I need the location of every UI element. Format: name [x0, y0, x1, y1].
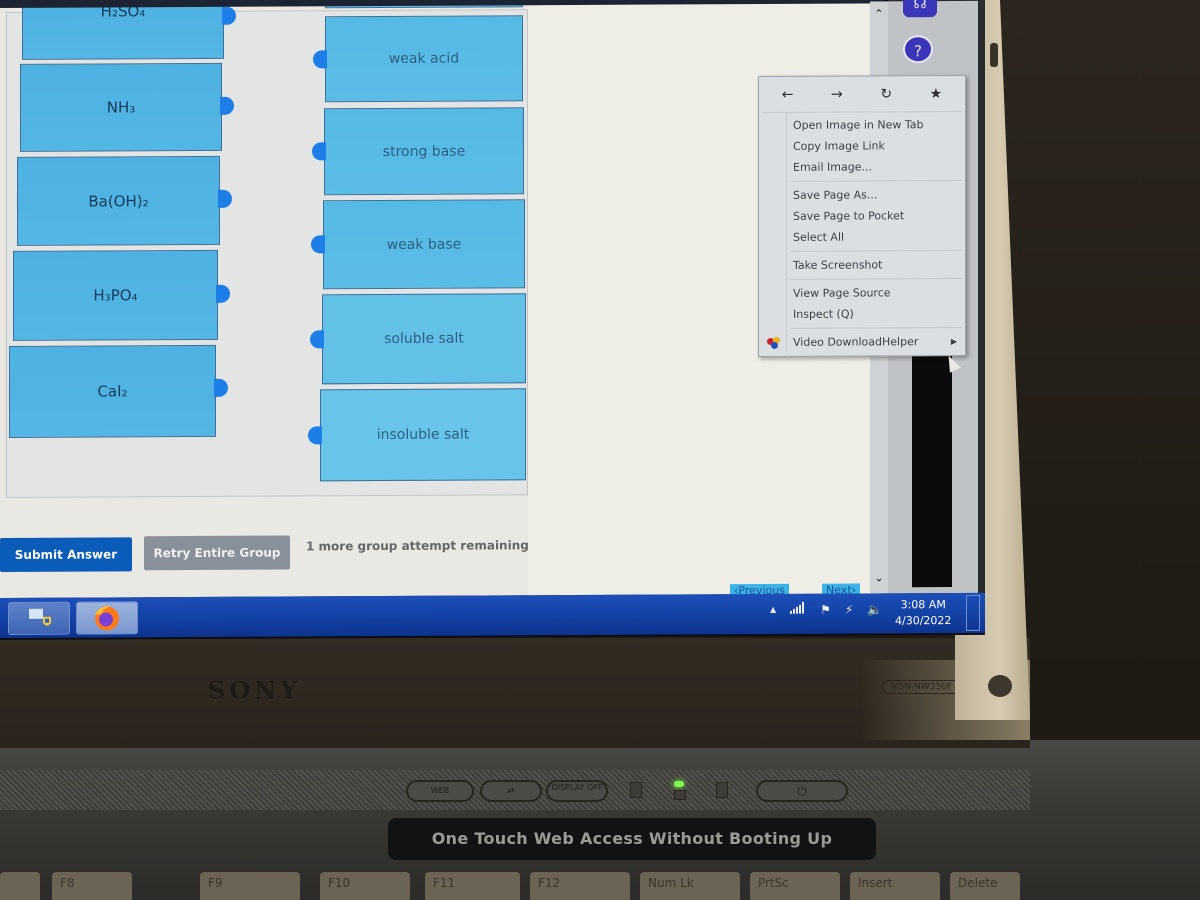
brand-logo: SONY: [208, 676, 302, 705]
item-label: H₃PO₄: [93, 286, 138, 305]
target-label: weak base: [386, 236, 462, 253]
taskbar-network-security-app[interactable]: [8, 601, 70, 635]
submenu-arrow-icon: ▶: [950, 336, 957, 347]
drop-handle[interactable]: [313, 50, 327, 69]
hdd-indicator-icon: [630, 782, 642, 798]
key-f12[interactable]: F12: [530, 872, 630, 900]
power-status-icon[interactable]: ⚡: [845, 602, 853, 616]
wireless-led-icon: [674, 781, 684, 787]
drop-target-soluble-salt[interactable]: soluble salt: [322, 293, 526, 385]
display-off-hw-button[interactable]: DISPLAY OFF: [546, 780, 608, 802]
menu-separator: [791, 326, 961, 329]
web-page: H₂SO₄ NH₃ Ba(OH)₂ H₃PO₄ CaI₂ weak acid s…: [0, 0, 880, 599]
bookmark-star-icon[interactable]: ★: [930, 86, 943, 102]
drop-target-insoluble-salt[interactable]: insoluble salt: [320, 388, 526, 482]
function-key-row: F8 F9 F10 F11 F12 Num Lk PrtSc Insert De…: [0, 872, 1200, 900]
power-button[interactable]: ⏻: [756, 780, 848, 802]
network-shield-icon: [29, 608, 51, 626]
laptop-screen: H₂SO₄ NH₃ Ba(OH)₂ H₃PO₄ CaI₂ weak acid s…: [0, 0, 985, 640]
system-tray: ▲ ⚑ ⚡ 🔈: [770, 601, 882, 617]
action-center-flag-icon[interactable]: ⚑: [820, 602, 831, 616]
taskbar: ▲ ⚑ ⚡ 🔈 3:08 AM 4/30/2022: [0, 592, 985, 638]
menu-separator: [791, 249, 961, 252]
signal-strength-icon[interactable]: [790, 601, 806, 617]
clock-date: 4/30/2022: [895, 614, 952, 628]
menu-video-downloadhelper[interactable]: Video DownloadHelper ▶: [759, 331, 965, 353]
taskbar-firefox[interactable]: [76, 601, 138, 635]
attempts-remaining-text: 1 more group attempt remaining: [306, 538, 529, 554]
drop-target-strong-base[interactable]: strong base: [324, 107, 524, 196]
menu-view-page-source[interactable]: View Page Source: [759, 282, 965, 304]
context-menu: ← → ↻ ★ Open Image in New Tab Copy Image…: [758, 74, 966, 358]
numlock-indicator-icon: [716, 782, 728, 798]
web-access-banner: One Touch Web Access Without Booting Up: [388, 818, 876, 860]
tray-expand-icon[interactable]: ▲: [770, 605, 776, 614]
web-hw-button[interactable]: WEB: [406, 780, 474, 802]
menu-item-label: Video DownloadHelper: [793, 335, 919, 349]
wireless-indicator-icon: [674, 790, 686, 800]
target-label: soluble salt: [384, 330, 464, 347]
scroll-down-icon[interactable]: ⌄: [872, 571, 886, 585]
target-label: strong base: [382, 143, 466, 160]
menu-inspect[interactable]: Inspect (Q): [759, 303, 965, 325]
scroll-up-icon[interactable]: ⌃: [872, 7, 886, 21]
item-label: CaI₂: [97, 382, 128, 401]
item-label: NH₃: [106, 98, 136, 117]
key-f8[interactable]: F8: [52, 872, 132, 900]
drop-handle[interactable]: [308, 426, 322, 445]
reload-icon[interactable]: ↻: [880, 86, 892, 102]
menu-separator: [791, 277, 961, 280]
drop-target-weak-acid[interactable]: weak acid: [325, 15, 523, 103]
menu-open-image-new-tab[interactable]: Open Image in New Tab: [759, 114, 965, 136]
menu-select-all[interactable]: Select All: [759, 226, 965, 248]
menu-save-to-pocket[interactable]: Save Page to Pocket: [759, 205, 965, 227]
drag-item-h3po4[interactable]: H₃PO₄: [13, 249, 218, 341]
key-numlk[interactable]: Num Lk: [640, 872, 740, 900]
drop-handle[interactable]: [312, 142, 326, 161]
submit-answer-button[interactable]: Submit Answer: [0, 537, 132, 572]
headset-icon[interactable]: ☊: [903, 0, 937, 18]
context-nav-row: ← → ↻ ★: [763, 75, 961, 114]
show-desktop-button[interactable]: [966, 594, 980, 631]
assist-hw-button[interactable]: ⇄: [480, 780, 542, 802]
menu-separator: [791, 179, 961, 182]
bezel-sensor-icon: [988, 675, 1012, 697]
drag-item-h2so4[interactable]: H₂SO₄: [22, 0, 224, 60]
drag-item-baoh2[interactable]: Ba(OH)₂: [17, 155, 220, 246]
bezel-latch-icon: [990, 43, 998, 67]
target-label: insoluble salt: [376, 426, 470, 444]
sidebar-dark-panel: [912, 355, 952, 588]
model-badge: VGN-NW350F: [882, 680, 962, 694]
menu-save-page-as[interactable]: Save Page As...: [759, 184, 965, 206]
key-f9[interactable]: F9: [200, 872, 300, 900]
retry-group-button[interactable]: Retry Entire Group: [144, 535, 290, 571]
menu-copy-image-link[interactable]: Copy Image Link: [759, 135, 965, 157]
key-prtsc[interactable]: PrtSc: [750, 872, 840, 900]
forward-arrow-icon[interactable]: →: [831, 86, 843, 102]
video-downloadhelper-icon: [767, 336, 781, 349]
back-arrow-icon[interactable]: ←: [782, 86, 794, 102]
drop-handle[interactable]: [310, 330, 324, 349]
key-delete[interactable]: Delete: [950, 872, 1020, 900]
key-f7[interactable]: [0, 872, 40, 900]
menu-take-screenshot[interactable]: Take Screenshot: [759, 254, 965, 276]
clock-time: 3:08 AM: [900, 598, 946, 612]
drag-item-nh3[interactable]: NH₃: [20, 62, 222, 152]
key-f11[interactable]: F11: [425, 872, 520, 900]
menu-email-image[interactable]: Email Image...: [759, 156, 965, 178]
photo-scene: WEB ⇄ DISPLAY OFF ⏻ One Touch Web Access…: [0, 0, 1200, 900]
key-f10[interactable]: F10: [320, 872, 410, 900]
target-label: weak acid: [388, 50, 460, 67]
taskbar-clock[interactable]: 3:08 AM 4/30/2022: [895, 597, 951, 629]
firefox-icon: [95, 606, 119, 631]
drop-handle[interactable]: [311, 235, 325, 254]
drop-target-weak-base[interactable]: weak base: [323, 199, 525, 290]
volume-icon[interactable]: 🔈: [867, 602, 882, 616]
help-icon[interactable]: ?: [903, 35, 933, 64]
key-insert[interactable]: Insert: [850, 872, 940, 900]
drag-item-cai2[interactable]: CaI₂: [9, 344, 216, 438]
item-label: Ba(OH)₂: [88, 191, 149, 211]
